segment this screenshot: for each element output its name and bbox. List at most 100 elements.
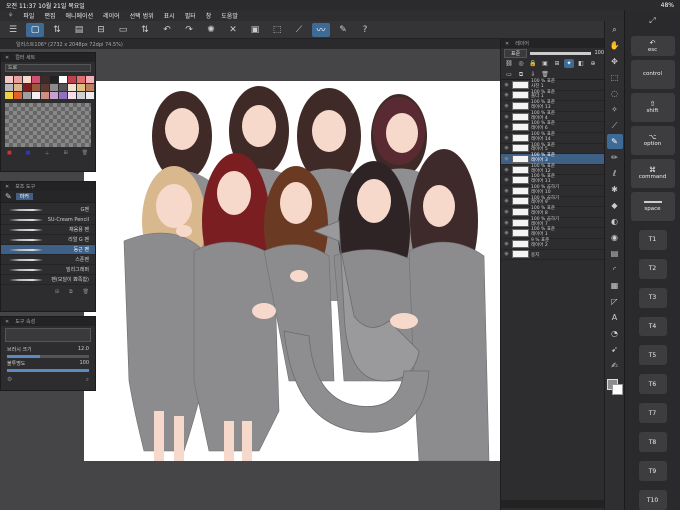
layer-opacity-value[interactable]: 100 xyxy=(594,50,604,56)
folder-icon[interactable]: ▭ xyxy=(114,23,132,37)
redo-icon[interactable]: ↷ xyxy=(180,23,198,37)
swatch[interactable] xyxy=(5,84,13,91)
brush-item[interactable]: 펜(모달이 뾰족함) xyxy=(1,275,95,285)
figure-icon[interactable]: ◜ xyxy=(607,262,623,277)
color-set-dropdown[interactable]: 드로 xyxy=(5,64,91,72)
function-key-t2[interactable]: T2 xyxy=(638,258,667,279)
function-key-t10[interactable]: T10 xyxy=(638,490,667,510)
opacity-value[interactable]: 100 xyxy=(79,360,89,367)
swatch[interactable] xyxy=(32,76,40,83)
menu-window[interactable]: 창 xyxy=(206,11,212,20)
search-icon[interactable]: ⌕ xyxy=(86,376,89,384)
swatch[interactable] xyxy=(86,84,94,91)
visibility-eye-icon[interactable]: ◉ xyxy=(503,209,510,215)
function-key-t7[interactable]: T7 xyxy=(638,403,667,424)
visibility-eye-icon[interactable]: ◉ xyxy=(503,198,510,204)
close-icon[interactable]: ✕ xyxy=(5,184,9,190)
swatch[interactable] xyxy=(41,92,49,99)
move-icon[interactable]: ✥ xyxy=(607,54,623,69)
swatch[interactable] xyxy=(23,76,31,83)
trash-icon[interactable]: 🗑 xyxy=(540,70,550,79)
layer-row[interactable]: ◉ 용지 xyxy=(501,250,604,261)
close-icon[interactable]: ✕ xyxy=(5,319,9,325)
mask-icon[interactable]: ▣ xyxy=(540,59,550,68)
collapse-icon[interactable]: ⤢ xyxy=(649,10,655,32)
space-key[interactable]: space xyxy=(630,191,675,221)
main-color-icon[interactable]: ■ xyxy=(7,150,12,157)
layer-row[interactable]: ◉ 100 % 표준 레이어 1 xyxy=(501,227,604,239)
trash-icon[interactable]: 🗑 xyxy=(82,150,88,157)
brush-group-tab[interactable]: 마커 xyxy=(15,193,33,200)
function-key-t9[interactable]: T9 xyxy=(638,461,667,482)
brush-item[interactable]: SU-Cream Pencil xyxy=(1,215,95,225)
sub-color-icon[interactable]: ■ xyxy=(26,150,31,157)
swatch[interactable] xyxy=(68,76,76,83)
visibility-eye-icon[interactable]: ◉ xyxy=(503,241,510,247)
undo-icon[interactable]: ↶ xyxy=(158,23,176,37)
shift-key[interactable]: ⇧ shift xyxy=(630,92,675,122)
grid-icon[interactable]: ⊞ xyxy=(552,59,562,68)
spinner-icon[interactable]: ✺ xyxy=(202,23,220,37)
color-indicator[interactable] xyxy=(606,379,623,395)
brush-icon[interactable]: ℓ xyxy=(607,166,623,181)
sub-color-swatch[interactable] xyxy=(611,384,623,395)
eyedropper-icon[interactable]: ⟋ xyxy=(607,118,623,133)
menu-view[interactable]: 표시 xyxy=(164,11,175,20)
swatch[interactable] xyxy=(68,92,76,99)
lasso-icon[interactable]: ◌ xyxy=(607,86,623,101)
new-folder-icon[interactable]: ▭ xyxy=(504,70,514,79)
swatch[interactable] xyxy=(23,92,31,99)
swatch[interactable] xyxy=(32,84,40,91)
layer-opacity-slider[interactable] xyxy=(530,51,592,55)
airbrush-icon[interactable]: ✱ xyxy=(607,182,623,197)
gradient-icon[interactable]: ▤ xyxy=(607,246,623,261)
copy-brush-icon[interactable]: ⧉ xyxy=(69,289,73,295)
palette-icon[interactable]: ◧ xyxy=(576,59,586,68)
swatch[interactable] xyxy=(59,76,67,83)
menu-animation[interactable]: 애니메이션 xyxy=(65,11,93,20)
app-logo-icon[interactable]: ⚘ xyxy=(8,12,13,19)
menu-filter[interactable]: 필터 xyxy=(185,11,196,20)
clip-icon[interactable]: ⛓ xyxy=(504,59,514,68)
layer-row[interactable]: ◉ 9 % 표준 레이어 2 xyxy=(501,238,604,250)
brush-size-value[interactable]: 12.0 xyxy=(78,346,89,353)
transform-icon[interactable]: ⬚ xyxy=(268,23,286,37)
new-canvas-icon[interactable]: ▢ xyxy=(26,22,44,37)
pen-pressure-icon[interactable]: ✎ xyxy=(334,23,352,37)
option-key[interactable]: ⌥ option xyxy=(630,125,675,155)
fill-icon[interactable]: ▣ xyxy=(246,23,264,37)
swatch[interactable] xyxy=(77,76,85,83)
function-key-t1[interactable]: T1 xyxy=(638,229,667,250)
visibility-eye-icon[interactable]: ◉ xyxy=(503,124,510,130)
blend-icon[interactable]: ◐ xyxy=(607,214,623,229)
close-icon[interactable]: ✕ xyxy=(5,55,9,61)
magic-wand-icon[interactable]: ✧ xyxy=(607,102,623,117)
menu-help[interactable]: 도움말 xyxy=(221,11,238,20)
brush-item[interactable]: 스푼펜 xyxy=(1,255,95,265)
draft-icon[interactable]: ✦ xyxy=(564,59,574,68)
visibility-eye-icon[interactable]: ◉ xyxy=(503,145,510,151)
adjust-icon[interactable]: ⇅ xyxy=(48,23,66,37)
visibility-eye-icon[interactable]: ◉ xyxy=(503,177,510,183)
swatch[interactable] xyxy=(5,92,13,99)
ruler-icon[interactable]: ⟋ xyxy=(290,23,308,37)
visibility-eye-icon[interactable]: ◉ xyxy=(503,188,510,194)
wrench-icon[interactable]: ⚙ xyxy=(7,376,12,384)
visibility-eye-icon[interactable]: ◉ xyxy=(503,135,510,141)
swatch[interactable] xyxy=(50,92,58,99)
correct-line-icon[interactable]: ➹ xyxy=(607,342,623,357)
balloon-icon[interactable]: ◔ xyxy=(607,326,623,341)
fill-icon[interactable]: ◉ xyxy=(607,230,623,245)
drawing-canvas[interactable] xyxy=(84,81,500,461)
add-swatch-icon[interactable]: ＋ xyxy=(44,150,49,157)
text-icon[interactable]: A xyxy=(607,310,623,325)
visibility-eye-icon[interactable]: ◉ xyxy=(503,92,510,98)
visibility-eye-icon[interactable]: ◉ xyxy=(503,114,510,120)
pencil-icon[interactable]: ✏ xyxy=(607,150,623,165)
function-key-t6[interactable]: T6 xyxy=(638,374,667,395)
brush-item[interactable]: G펜 xyxy=(1,205,95,215)
visibility-eye-icon[interactable]: ◉ xyxy=(503,220,510,226)
eraser-icon[interactable]: ◆ xyxy=(607,198,623,213)
close-icon[interactable]: ✕ xyxy=(505,41,509,47)
edit-swatch-icon[interactable]: ⊞ xyxy=(63,150,67,157)
